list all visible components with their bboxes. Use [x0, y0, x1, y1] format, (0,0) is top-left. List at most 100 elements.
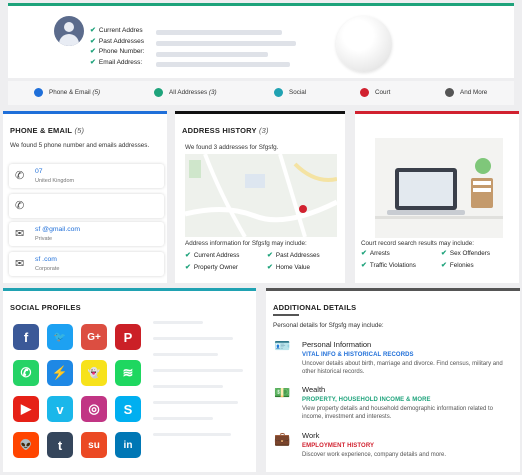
envelope-icon: ✉ [15, 258, 25, 270]
envelope-icon: ✉ [15, 228, 25, 240]
blurred-text [153, 401, 238, 404]
blurred-text [153, 433, 231, 436]
check-icon: ✔ [267, 252, 273, 259]
section-link[interactable]: VITAL INFO & HISTORICAL RECORDS [302, 352, 414, 358]
tumblr-icon[interactable]: t [47, 432, 73, 458]
card-title: ADDRESS HISTORY (3) [182, 126, 269, 135]
twitter-icon[interactable]: 🐦 [47, 324, 73, 350]
checklist-item: ✔ Past Addresses [90, 37, 144, 48]
teal-dot-icon [274, 88, 283, 97]
section-description: Discover work experience, company detail… [302, 452, 447, 458]
laptop-illustration [375, 138, 503, 238]
profile-header: ✔ Current Addres ✔ Past Addresses ✔ Phone N… [8, 6, 514, 78]
nav-social[interactable]: Social [274, 88, 306, 97]
checklist-item: ✔ Phone Number: [90, 47, 144, 58]
skype-icon[interactable]: S [115, 396, 141, 422]
nav-court[interactable]: Court [360, 88, 390, 97]
id-card-icon: 🪪 [274, 338, 291, 353]
blurred-value [156, 62, 290, 67]
phone-email-card: PHONE & EMAIL (5) We found 5 phone numbe… [3, 111, 167, 283]
blurred-text [153, 417, 213, 420]
blurred-text [153, 337, 233, 340]
section-description: View property details and household demo… [302, 406, 494, 420]
phone-entry[interactable]: ✆ 07 United Kingdom [9, 164, 164, 188]
feature-item: ✔ Property Owner [185, 263, 238, 272]
stumbleupon-icon[interactable]: su [81, 432, 107, 458]
card-title: SOCIAL PROFILES [10, 303, 81, 312]
address-summary: We found 3 addresses for Sfgsfg. [185, 144, 279, 151]
blurred-value [156, 52, 268, 57]
address-info: Address information for Sfgsfg may inclu… [185, 240, 307, 247]
vimeo-icon[interactable]: v [47, 396, 73, 422]
check-icon: ✔ [441, 262, 447, 269]
check-icon: ✔ [441, 250, 447, 257]
additional-intro: Personal details for Sfgsfg may include: [273, 322, 384, 329]
reddit-icon[interactable]: 👽 [13, 432, 39, 458]
check-icon: ✔ [361, 250, 367, 257]
category-nav: Phone & Email (5) All Addresses (3) Soci… [8, 81, 514, 105]
check-icon: ✔ [185, 252, 191, 259]
blurred-value [156, 30, 282, 35]
section-title: Wealth [302, 385, 326, 394]
phone-icon: ✆ [15, 200, 25, 212]
section-link[interactable]: PROPERTY, HOUSEHOLD INCOME & MORE [302, 397, 431, 403]
feature-item: ✔ Traffic Violations [361, 261, 416, 270]
profile-photo-placeholder [336, 16, 392, 72]
instagram-icon[interactable]: ◎ [81, 396, 107, 422]
whatsapp-icon[interactable]: ✆ [13, 360, 39, 386]
money-hand-icon: 💵 [274, 385, 291, 400]
red-dot-icon [360, 88, 369, 97]
feature-item: ✔ Arrests [361, 249, 390, 258]
blurred-text [153, 353, 218, 356]
check-icon: ✔ [90, 27, 96, 34]
nav-and-more[interactable]: And More [445, 88, 487, 97]
card-title: PHONE & EMAIL (5) [10, 126, 85, 135]
nav-all-addresses[interactable]: All Addresses (3) [154, 88, 217, 97]
section-title: Personal Information [302, 340, 372, 349]
blue-dot-icon [34, 88, 43, 97]
avatar [54, 16, 84, 46]
phone-icon: ✆ [15, 170, 25, 182]
google-plus-icon[interactable]: G+ [81, 324, 107, 350]
card-title: ADDITIONAL DETAILS [273, 303, 357, 312]
court-info: Court record search results may include: [361, 240, 475, 247]
messenger-icon[interactable]: ⚡ [47, 360, 73, 386]
spotify-icon[interactable]: ≋ [115, 360, 141, 386]
feature-item: ✔ Current Address [185, 251, 240, 260]
checklist-item: ✔ Email Address: [90, 58, 144, 69]
title-underline [273, 314, 299, 316]
profile-checklist: ✔ Current Addres ✔ Past Addresses ✔ Phone N… [90, 26, 144, 68]
feature-item: ✔ Home Value [267, 263, 311, 272]
youtube-icon[interactable]: ▶ [13, 396, 39, 422]
phone-email-summary: We found 5 phone number and emails addre… [10, 142, 150, 149]
phone-entry[interactable]: ✆ [9, 194, 164, 218]
email-entry[interactable]: ✉ sf @gmail.com Private [9, 222, 164, 246]
section-link[interactable]: EMPLOYMENT HISTORY [302, 443, 374, 449]
map-image [185, 154, 337, 237]
check-icon: ✔ [90, 48, 96, 55]
email-entry[interactable]: ✉ sf .com Corporate [9, 252, 164, 276]
address-history-card: ADDRESS HISTORY (3) We found 3 addresses… [175, 111, 345, 283]
snapchat-icon[interactable]: 👻 [81, 360, 107, 386]
feature-item: ✔ Past Addresses [267, 251, 320, 260]
section-title: Work [302, 431, 320, 440]
linkedin-icon[interactable]: in [115, 432, 141, 458]
blurred-value [156, 41, 296, 46]
check-icon: ✔ [90, 58, 96, 66]
social-profiles-card: SOCIAL PROFILES f 🐦 G+ P ✆ ⚡ 👻 ≋ ▶ v ◎ S 👽 t su in [3, 288, 256, 472]
check-icon: ✔ [90, 37, 96, 45]
green-dot-icon [154, 88, 163, 97]
check-icon: ✔ [185, 264, 191, 271]
facebook-icon[interactable]: f [13, 324, 39, 350]
check-icon: ✔ [267, 264, 273, 271]
blurred-text [153, 385, 223, 388]
feature-item: ✔ Sex Offenders [441, 249, 491, 258]
checklist-item: ✔ Current Addres [90, 26, 144, 37]
additional-details-card: ADDITIONAL DETAILS Personal details for … [266, 288, 520, 472]
blurred-text [153, 321, 203, 324]
section-description: Uncover details about birth, marriage an… [302, 361, 503, 375]
check-icon: ✔ [361, 262, 367, 269]
pinterest-icon[interactable]: P [115, 324, 141, 350]
nav-phone-email[interactable]: Phone & Email (5) [34, 88, 100, 97]
feature-item: ✔ Felonies [441, 261, 474, 270]
